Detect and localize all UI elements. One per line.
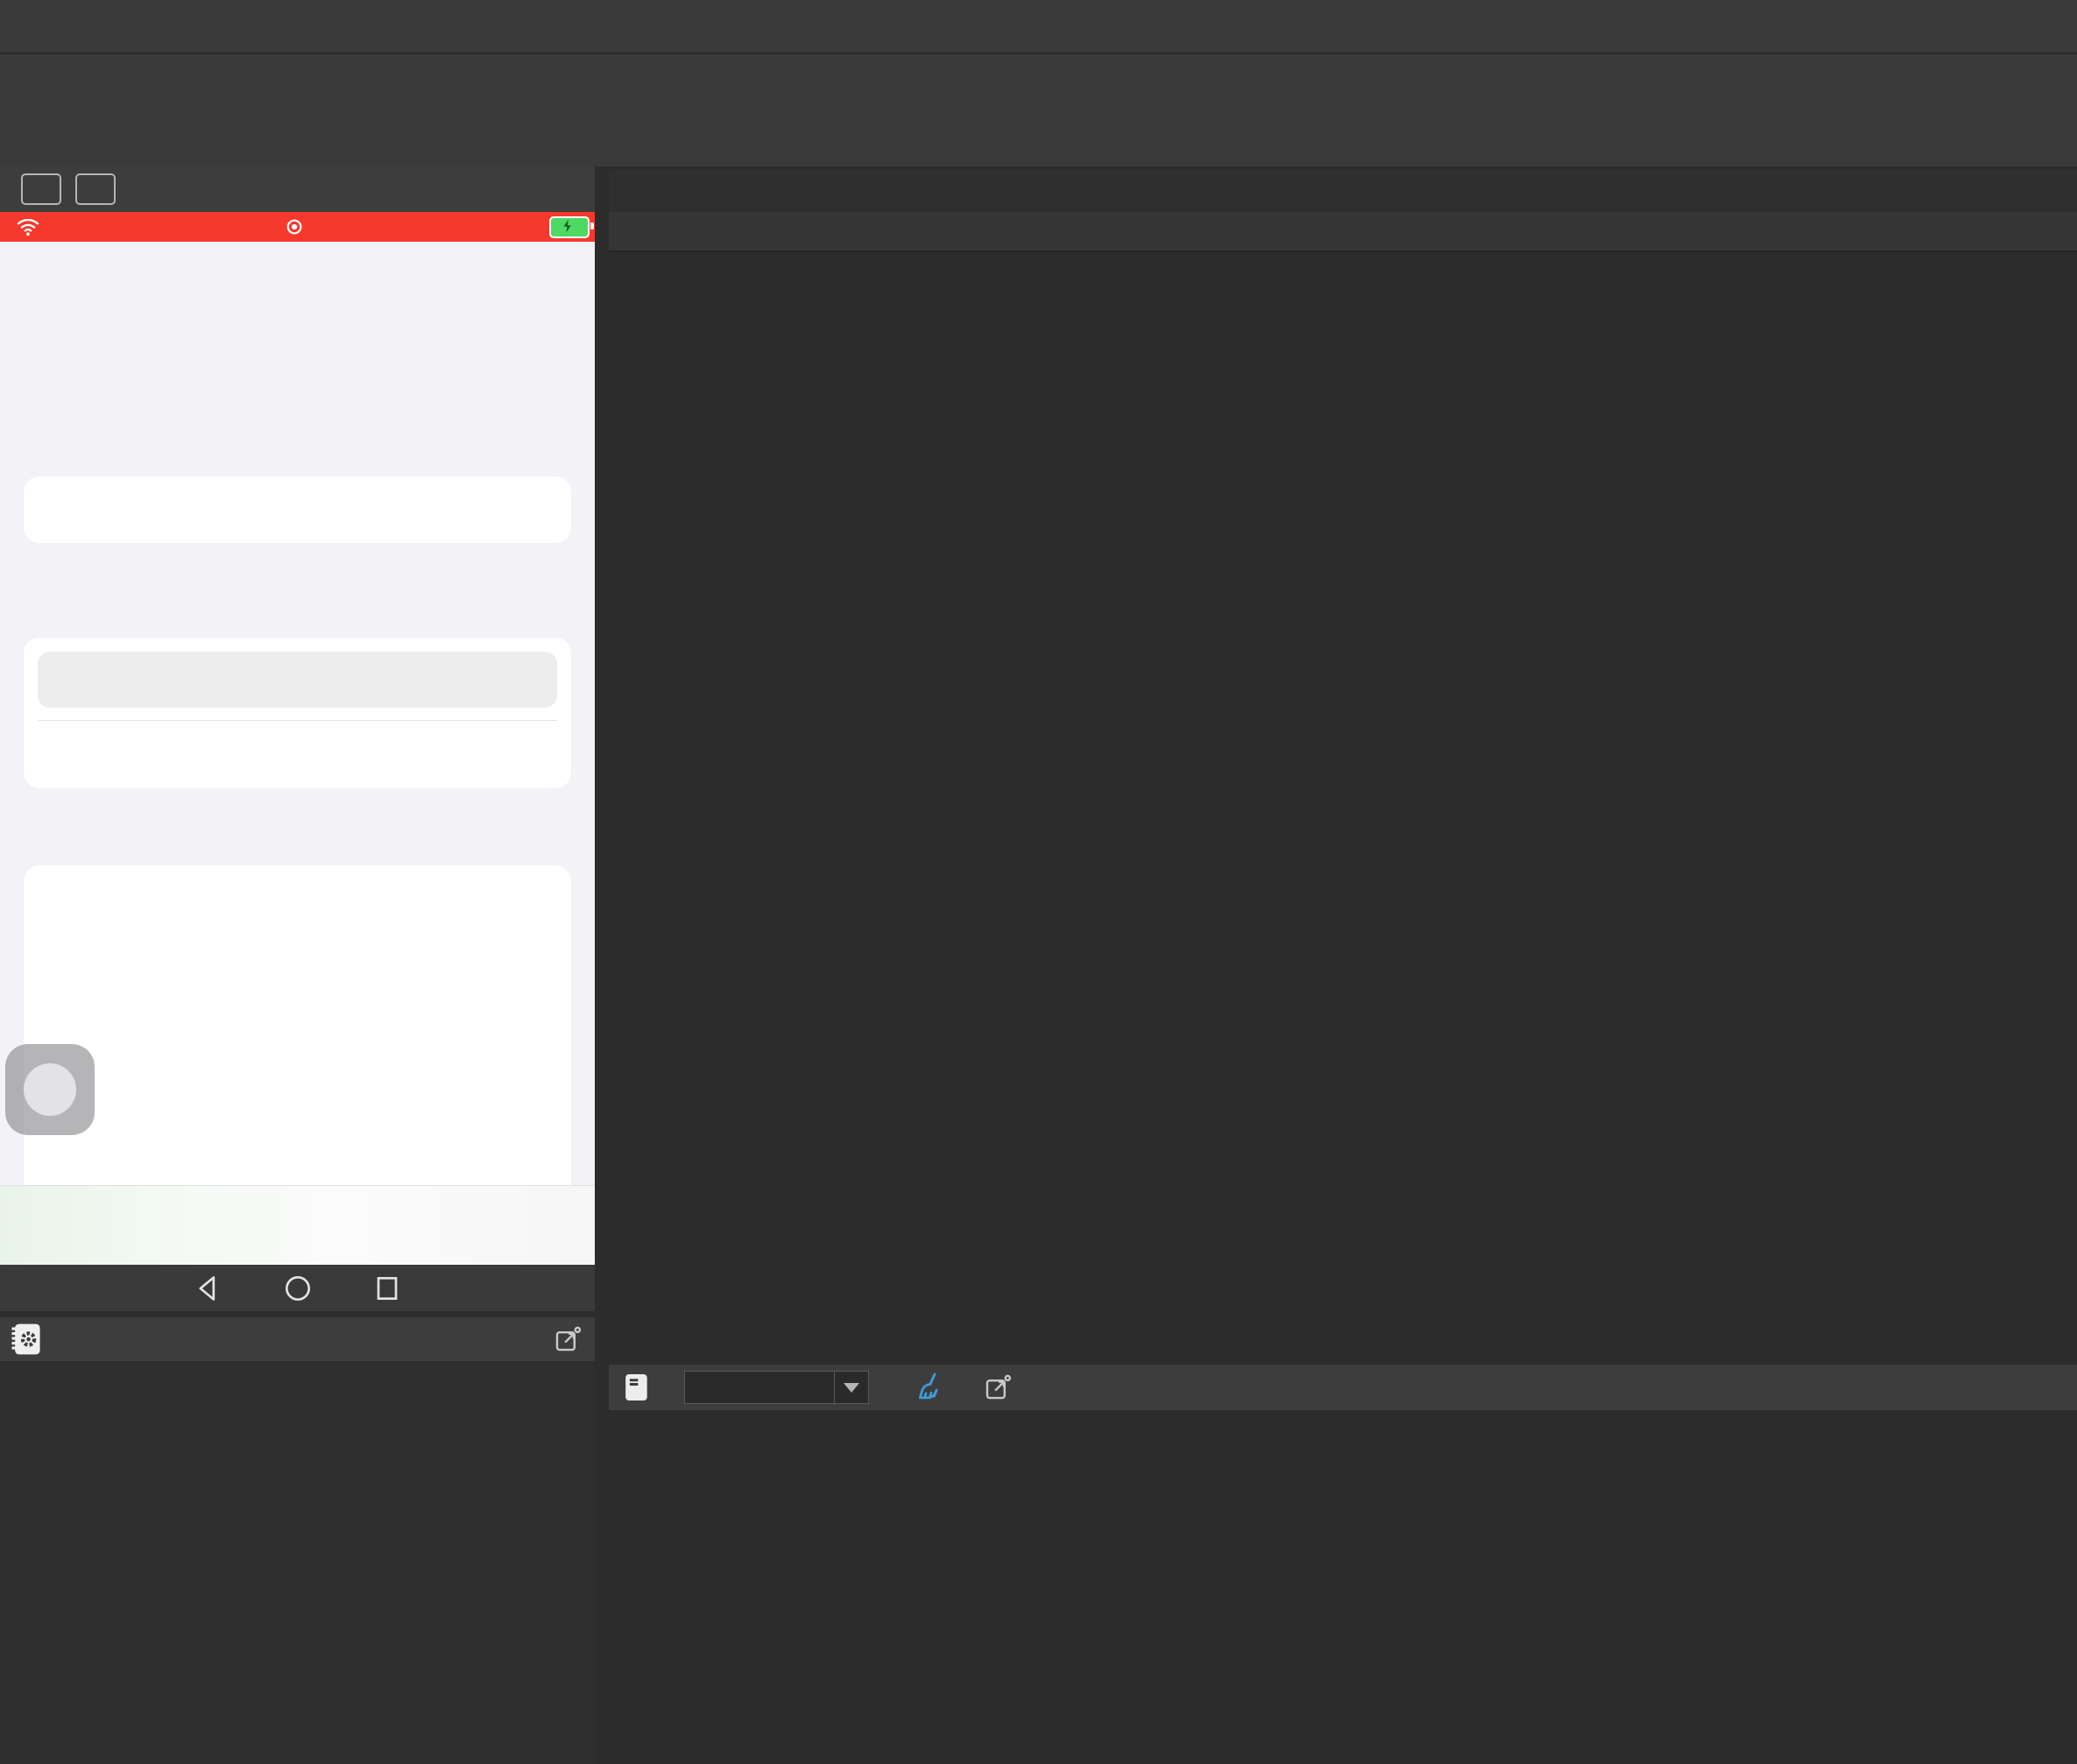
menu-bar xyxy=(0,0,2077,54)
assistive-touch-button[interactable] xyxy=(5,1044,95,1135)
main-toolbar xyxy=(0,54,2077,166)
device-log-header xyxy=(0,1317,595,1361)
code-editor[interactable] xyxy=(609,254,2077,1365)
zoom-2x-button[interactable] xyxy=(75,173,116,205)
log-filter-select[interactable] xyxy=(684,1371,835,1404)
phone-mirror-screen[interactable] xyxy=(0,242,595,1265)
device-connect-header xyxy=(0,166,595,212)
device-log-list[interactable] xyxy=(0,1361,595,1764)
zoom-1x-button[interactable] xyxy=(21,173,61,205)
phone-status-bar xyxy=(0,212,595,242)
editor-toolbar xyxy=(609,212,2077,252)
run-log-header xyxy=(609,1365,2077,1410)
run-log-list[interactable] xyxy=(609,1410,2077,1764)
editor-tab-bar xyxy=(609,170,2077,212)
nav-home-icon[interactable] xyxy=(280,1271,315,1306)
capture-description xyxy=(38,720,557,733)
nav-back-icon[interactable] xyxy=(191,1271,226,1306)
capture-method-card xyxy=(24,638,571,788)
android-nav-bar xyxy=(0,1265,595,1311)
battery-icon xyxy=(549,215,594,238)
nav-recent-icon[interactable] xyxy=(370,1271,405,1306)
device-log-icon xyxy=(7,1320,46,1358)
ip-address-card[interactable] xyxy=(24,476,571,543)
capture-segmented-control xyxy=(38,652,557,708)
record-icon xyxy=(285,217,304,236)
assistive-touch-inner xyxy=(24,1063,76,1116)
chevron-down-icon xyxy=(844,1382,859,1393)
phone-tab-bar xyxy=(0,1185,595,1265)
device-log-expand-icon[interactable] xyxy=(553,1324,583,1354)
clear-log-broom-icon[interactable] xyxy=(915,1371,948,1404)
run-log-icon xyxy=(619,1371,653,1404)
run-log-expand-icon[interactable] xyxy=(983,1372,1013,1402)
log-filter-dropdown-button[interactable] xyxy=(835,1371,869,1404)
service-card xyxy=(24,865,571,1209)
